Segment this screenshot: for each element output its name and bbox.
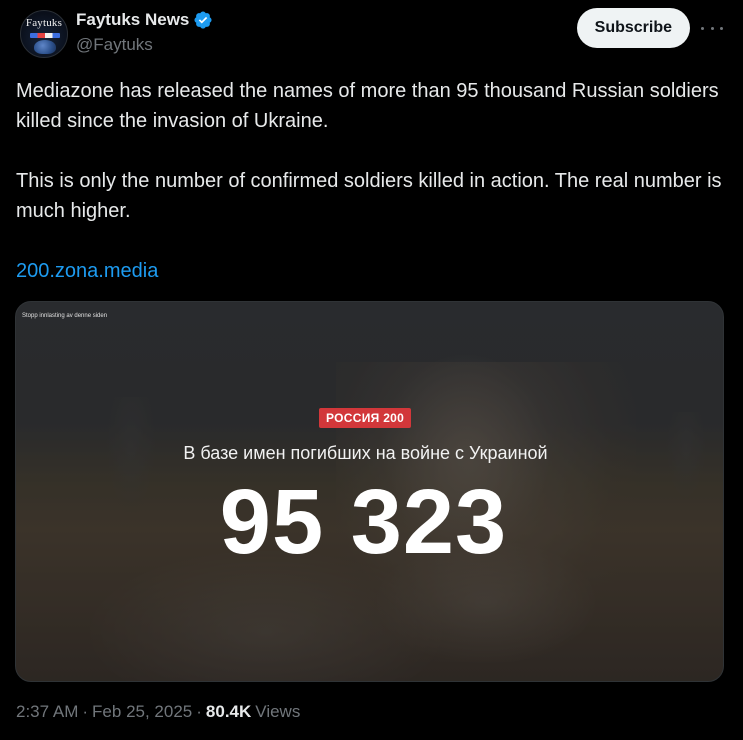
views-count: 80.4K — [205, 702, 252, 721]
meta-separator: · — [196, 702, 202, 721]
tweet-header: Faytuks Faytuks News @Faytuks Subscribe — [16, 8, 727, 60]
media-overlay-note: Stopp innlasting av denne siden — [22, 313, 108, 319]
globe-icon — [34, 40, 56, 54]
tweet-meta: 2:37 AM · Feb 25, 2025 · 80.4K Views — [16, 702, 300, 722]
dot — [701, 26, 704, 30]
subscribe-button[interactable]: Subscribe — [576, 8, 690, 48]
tweet-time[interactable]: 2:37 AM — [16, 702, 78, 722]
dot — [710, 26, 714, 30]
tweet-paragraph: This is only the number of confirmed sol… — [16, 170, 722, 222]
meta-separator: · — [82, 702, 89, 721]
tweet-paragraph: Mediazone has released the names of more… — [16, 80, 719, 132]
views-label: Views — [255, 702, 301, 721]
author-display-name[interactable]: Faytuks News — [76, 10, 189, 30]
media-subtitle: В базе имен погибших на войне с Украиной — [183, 443, 548, 463]
flags-icon — [30, 33, 60, 38]
tweet-date[interactable]: Feb 25, 2025 — [92, 702, 192, 722]
author-handle[interactable]: @Faytuks — [76, 35, 153, 55]
tweet-text: Mediazone has released the names of more… — [16, 76, 728, 226]
dot — [720, 26, 723, 30]
verified-badge-icon — [194, 11, 212, 29]
author-name-row[interactable]: Faytuks News — [76, 10, 213, 30]
media-badge: РОССИЯ 200 — [319, 408, 412, 428]
tweet-media-image[interactable]: Stopp innlasting av denne siden РОССИЯ 2… — [15, 301, 724, 682]
avatar-logo-text: Faytuks — [25, 17, 63, 29]
tweet-link[interactable]: 200.zona.media — [16, 256, 158, 286]
avatar[interactable]: Faytuks — [20, 10, 68, 58]
media-counter-number: 95 323 — [219, 471, 508, 573]
more-options-icon[interactable] — [701, 18, 723, 38]
